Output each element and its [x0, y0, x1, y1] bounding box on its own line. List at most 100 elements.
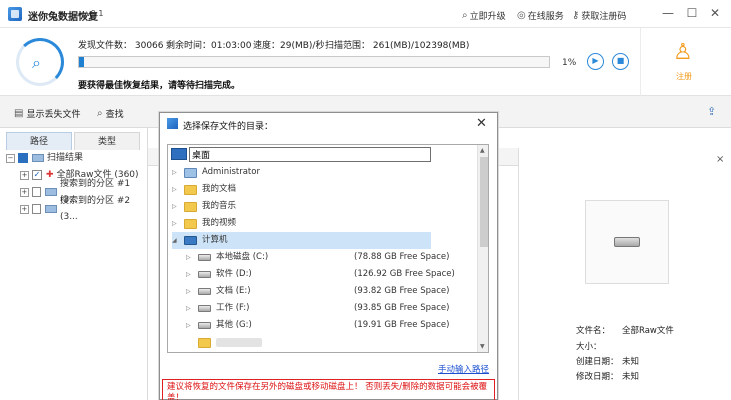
expand-icon[interactable]: +	[20, 187, 29, 197]
stop-button[interactable]: ■	[612, 53, 629, 70]
found-files-count: 发现文件数： 30066	[78, 41, 164, 51]
app-logo-icon	[8, 7, 22, 21]
expand-icon[interactable]: ▷	[186, 300, 194, 317]
maximize-button[interactable]: ☐	[684, 5, 700, 21]
drive-free-space: (126.92 GB Free Space)	[354, 269, 455, 279]
checkbox[interactable]	[31, 187, 42, 197]
resume-button[interactable]: ▶	[587, 53, 604, 70]
dialog-title: 选择保存文件的目录：	[183, 122, 274, 132]
directory-tree[interactable]: ▲ ▼ ▷ Administrator ▷ 我的文档 ▷ 我的音乐 ▷ 我的视频 ◢ 计算…	[167, 144, 489, 353]
video-folder-icon	[184, 218, 197, 229]
partition-icon	[45, 205, 57, 213]
scan-speed: 速度：29(MB)/秒	[253, 41, 325, 51]
drive-free-space: (78.88 GB Free Space)	[354, 252, 450, 262]
close-preview-icon[interactable]: ×	[716, 154, 724, 165]
raw-files-icon: ✚	[46, 170, 54, 180]
checkbox[interactable]	[31, 204, 42, 214]
expand-icon[interactable]: ▷	[172, 181, 180, 198]
globe-icon: ◎	[517, 10, 526, 21]
search-icon: ⌕	[97, 108, 103, 119]
expand-icon[interactable]: ▷	[172, 215, 180, 232]
scan-range: 扫描范围： 261(MB)/102398(MB)	[325, 41, 470, 51]
info-value: 未知	[622, 372, 640, 382]
collapse-icon[interactable]: −	[6, 153, 15, 163]
expand-icon[interactable]: +	[20, 204, 29, 214]
drive-free-space: (19.91 GB Free Space)	[354, 320, 450, 330]
drive-label: 软件 (D:)	[216, 269, 252, 279]
expand-icon[interactable]: ▷	[186, 283, 194, 300]
info-size: 大小：	[576, 340, 602, 352]
user-icon: ♙	[673, 40, 693, 65]
expand-icon[interactable]: ▷	[186, 266, 194, 283]
drive-label: 其他 (G:)	[216, 320, 252, 330]
info-value: 全部Raw文件	[622, 326, 674, 336]
dialog-close-button[interactable]: ✕	[476, 116, 487, 131]
scroll-up-icon[interactable]: ▲	[480, 147, 485, 154]
folder-icon	[184, 184, 197, 195]
drive-free-space: (93.85 GB Free Space)	[354, 303, 450, 313]
music-folder-icon	[184, 201, 197, 212]
find-button[interactable]: ⌕ 查找	[97, 107, 124, 120]
info-file-name: 文件名： 全部Raw文件	[576, 324, 674, 336]
expand-icon[interactable]: +	[20, 170, 29, 180]
tree-item-partition-2[interactable]: + 搜索到的分区 #2 (3...	[20, 196, 147, 222]
folder-my-videos[interactable]: ▷ 我的视频	[172, 215, 236, 232]
scroll-thumb[interactable]	[480, 157, 488, 247]
export-icon[interactable]: ⇪	[707, 105, 716, 118]
desktop-icon	[171, 148, 187, 160]
folder-my-music[interactable]: ▷ 我的音乐	[172, 198, 236, 215]
drive-icon	[198, 288, 211, 295]
info-label: 修改日期：	[576, 372, 619, 382]
folder-label: 计算机	[202, 235, 228, 245]
title-bar: 迷你兔数据恢复 v9.1 ⌕ 立即升级 ◎ 在线服务 ⚷ 获取注册码 — ☐ ✕	[0, 0, 731, 28]
folder-my-documents[interactable]: ▷ 我的文档	[172, 181, 236, 198]
blurred-folder[interactable]	[186, 334, 262, 351]
folder-label: 我的音乐	[202, 201, 237, 211]
checkbox[interactable]: ✓	[32, 170, 42, 180]
scan-progress-fill	[79, 57, 84, 67]
app-logo-icon	[167, 118, 178, 129]
expand-icon[interactable]: ▷	[186, 249, 194, 266]
expand-icon[interactable]: ▷	[172, 164, 180, 181]
tab-type[interactable]: 类型	[74, 132, 140, 150]
info-label: 大小：	[576, 342, 602, 352]
drive-g[interactable]: ▷ 其他 (G:) (19.91 GB Free Space)	[186, 317, 476, 334]
drive-e[interactable]: ▷ 文档 (E:) (93.82 GB Free Space)	[186, 283, 476, 300]
checkbox[interactable]	[18, 153, 28, 163]
drive-icon	[32, 154, 44, 162]
preview-panel: × 文件名： 全部Raw文件 大小： 创建日期： 未知 修改日期： 未知	[518, 148, 731, 400]
expand-icon[interactable]: ▷	[186, 317, 194, 334]
upgrade-link[interactable]: ⌕ 立即升级	[462, 9, 506, 22]
folder-computer[interactable]: ◢ 计算机	[172, 232, 431, 249]
expand-icon[interactable]: ▷	[172, 198, 180, 215]
path-input[interactable]	[189, 147, 431, 162]
preview-thumbnail	[585, 200, 669, 284]
close-button[interactable]: ✕	[707, 5, 723, 21]
drive-icon	[198, 305, 211, 312]
manual-path-link[interactable]: 手动输入路径	[438, 363, 489, 375]
info-value: 未知	[622, 357, 640, 367]
dialog-title-bar: 选择保存文件的目录： ✕	[160, 113, 497, 135]
tab-path[interactable]: 路径	[6, 132, 72, 150]
get-code-link[interactable]: ⚷ 获取注册码	[572, 9, 626, 22]
vertical-scrollbar[interactable]: ▲ ▼	[477, 145, 488, 352]
progress-percent: 1%	[562, 58, 577, 68]
folder-icon	[198, 337, 211, 348]
folder-label: Administrator	[202, 167, 260, 177]
drive-f[interactable]: ▷ 工作 (F:) (93.85 GB Free Space)	[186, 300, 476, 317]
drive-d[interactable]: ▷ 软件 (D:) (126.92 GB Free Space)	[186, 266, 476, 283]
tree-root[interactable]: − 扫描结果	[6, 150, 83, 166]
minimize-button[interactable]: —	[660, 5, 676, 21]
online-service-link[interactable]: ◎ 在线服务	[517, 9, 564, 22]
drive-c[interactable]: ▷ 本地磁盘 (C:) (78.88 GB Free Space)	[186, 249, 476, 266]
folder-label: 我的视频	[202, 218, 237, 228]
collapse-icon[interactable]: ◢	[172, 232, 180, 249]
scan-hint: 要获得最佳恢复结果，请等待扫描完成。	[78, 81, 241, 91]
show-lost-files-button[interactable]: ▤ 显示丢失文件	[14, 107, 80, 120]
get-code-label: 获取注册码	[581, 12, 627, 22]
scroll-down-icon[interactable]: ▼	[480, 343, 485, 350]
drive-icon	[198, 322, 211, 329]
drive-icon	[614, 237, 640, 247]
folder-administrator[interactable]: ▷ Administrator	[172, 164, 260, 181]
register-button[interactable]: ♙ 注册	[640, 28, 731, 96]
